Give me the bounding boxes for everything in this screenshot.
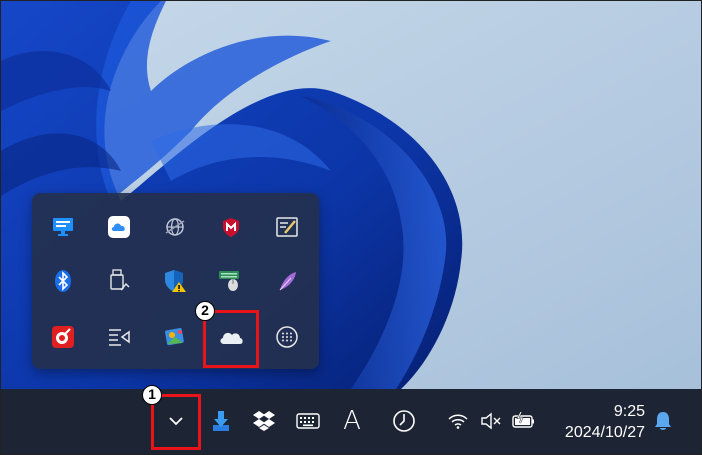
cloud-icon[interactable] xyxy=(101,209,137,245)
red-app-icon[interactable] xyxy=(45,319,81,355)
text-a-icon[interactable]: A xyxy=(334,401,370,441)
taskbar-clock[interactable]: 9:25 2024/10/27 xyxy=(565,401,645,443)
monitor-icon[interactable] xyxy=(45,209,81,245)
download-arrow-icon[interactable] xyxy=(203,401,239,441)
dropbox-icon[interactable] xyxy=(246,401,282,441)
usb-eject-icon[interactable] xyxy=(101,263,137,299)
bell-icon[interactable] xyxy=(649,401,677,441)
colorful-app-icon[interactable] xyxy=(157,319,193,355)
clock-time: 9:25 xyxy=(613,403,645,420)
clock-date: 2024/10/27 xyxy=(564,424,645,441)
step-marker-2: 2 xyxy=(195,301,215,321)
battery-charging-icon[interactable] xyxy=(509,401,539,441)
screenshot-frame: A 9:25 2024/10/27 1 2 xyxy=(0,0,702,455)
touch-keypad-icon[interactable] xyxy=(269,319,305,355)
speech-lines-icon[interactable] xyxy=(101,319,137,355)
pen-tablet-icon[interactable] xyxy=(269,209,305,245)
hidden-icons-panel xyxy=(32,193,319,369)
wifi-icon[interactable] xyxy=(444,401,472,441)
text-a-label: A xyxy=(343,406,361,436)
keyboard-mouse-icon[interactable] xyxy=(213,263,249,299)
clock-icon[interactable] xyxy=(386,401,422,441)
keyboard-icon[interactable] xyxy=(290,401,326,441)
mcafee-icon[interactable] xyxy=(213,209,249,245)
taskbar: A 9:25 2024/10/27 xyxy=(1,389,701,454)
step-marker-1: 1 xyxy=(142,385,162,405)
bluetooth-icon[interactable] xyxy=(45,263,81,299)
globe-icon[interactable] xyxy=(157,209,193,245)
defender-warning-icon[interactable] xyxy=(157,263,193,299)
speaker-muted-icon[interactable] xyxy=(476,401,506,441)
feather-icon[interactable] xyxy=(269,263,305,299)
